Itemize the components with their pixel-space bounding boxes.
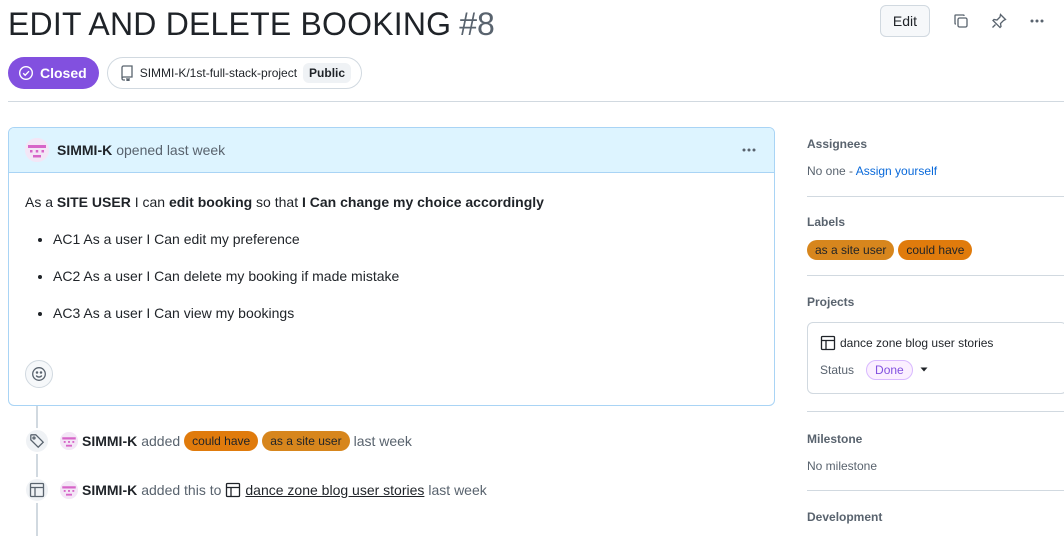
kebab-menu-icon[interactable] xyxy=(1024,8,1050,34)
comment-header: SIMMI-K opened last week xyxy=(9,128,774,173)
labels-title[interactable]: Labels xyxy=(807,215,1064,229)
issue-comment: SIMMI-K opened last week As a SITE USER … xyxy=(8,127,775,406)
timeline-line xyxy=(36,406,38,536)
table-icon xyxy=(24,477,50,503)
edit-button[interactable]: Edit xyxy=(879,5,930,37)
list-item: AC1 As a user I Can edit my preference xyxy=(53,229,758,249)
issue-title-row: EDIT AND DELETE BOOKING #8 xyxy=(8,6,495,46)
avatar[interactable] xyxy=(60,481,78,499)
comment-body: As a SITE USER I can edit booking so tha… xyxy=(9,173,774,323)
timeline-action: added xyxy=(141,433,181,449)
table-icon xyxy=(820,335,836,351)
repo-icon xyxy=(121,65,133,81)
state-badge: Closed xyxy=(8,57,99,89)
acceptance-criteria-list: AC1 As a user I Can edit my preference A… xyxy=(25,229,758,323)
state-label: Closed xyxy=(40,65,87,81)
header-actions: Edit xyxy=(879,5,1050,37)
avatar[interactable] xyxy=(60,432,78,450)
visibility-tag: Public xyxy=(303,63,352,83)
timeline-time[interactable]: last week xyxy=(354,433,412,449)
project-status-row: Status Done xyxy=(820,360,1064,380)
milestone-value: No milestone xyxy=(807,459,878,473)
sidebar-divider xyxy=(807,490,1064,491)
comment-action: opened last week xyxy=(116,142,226,158)
label-site-user[interactable]: as a site user xyxy=(262,431,350,451)
repo-chip[interactable]: SIMMI-K/1st-full-stack-project Public xyxy=(106,57,363,89)
header-divider xyxy=(8,101,1064,102)
labels-list: as a site user could have xyxy=(807,240,1064,260)
project-name[interactable]: dance zone blog user stories xyxy=(840,336,993,350)
comment-paragraph: As a SITE USER I can edit booking so tha… xyxy=(25,194,544,210)
sidebar-divider xyxy=(807,275,1064,276)
project-card: dance zone blog user stories Status Done xyxy=(807,322,1064,394)
comment-author[interactable]: SIMMI-K xyxy=(57,142,112,158)
check-circle-icon xyxy=(18,65,34,81)
issue-meta-row: Closed SIMMI-K/1st-full-stack-project Pu… xyxy=(8,57,363,89)
assignees-section: Assignees No one - Assign yourself xyxy=(807,137,1064,178)
development-title[interactable]: Development xyxy=(807,510,1064,524)
label-site-user[interactable]: as a site user xyxy=(807,240,895,260)
pin-icon[interactable] xyxy=(986,8,1012,34)
list-item: AC2 As a user I Can delete my booking if… xyxy=(53,266,758,286)
project-link[interactable]: dance zone blog user stories xyxy=(245,482,424,498)
label-could-have[interactable]: could have xyxy=(898,240,973,260)
projects-title[interactable]: Projects xyxy=(807,295,1064,309)
projects-section: Projects dance zone blog user stories St… xyxy=(807,295,1064,394)
timeline-event-labeled: SIMMI-K added could have as a site user … xyxy=(24,428,412,454)
copy-icon[interactable] xyxy=(948,8,974,34)
list-item: AC3 As a user I Can view my bookings xyxy=(53,303,758,323)
issue-number: #8 xyxy=(459,6,495,42)
milestone-section: Milestone No milestone xyxy=(807,432,1064,473)
timeline-time[interactable]: last week xyxy=(428,482,486,498)
caret-down-icon[interactable] xyxy=(919,363,929,377)
sidebar-divider xyxy=(807,196,1064,197)
labels-section: Labels as a site user could have xyxy=(807,215,1064,260)
table-icon xyxy=(225,482,241,498)
issue-title: EDIT AND DELETE BOOKING xyxy=(8,6,452,42)
avatar[interactable] xyxy=(25,138,49,162)
project-name-row[interactable]: dance zone blog user stories xyxy=(820,335,1064,351)
timeline-author[interactable]: SIMMI-K xyxy=(82,433,137,449)
milestone-title[interactable]: Milestone xyxy=(807,432,1064,446)
timeline-action: added this to xyxy=(141,482,222,498)
assign-yourself-link[interactable]: Assign yourself xyxy=(856,164,937,178)
sidebar-divider xyxy=(807,411,1064,412)
timeline-author[interactable]: SIMMI-K xyxy=(82,482,137,498)
status-label: Status xyxy=(820,363,855,377)
repo-name: SIMMI-K/1st-full-stack-project xyxy=(139,66,298,80)
assignees-value: No one - Assign yourself xyxy=(807,164,938,178)
timeline-event-project: SIMMI-K added this to dance zone blog us… xyxy=(24,477,487,503)
smiley-icon[interactable] xyxy=(25,360,53,388)
status-badge[interactable]: Done xyxy=(866,360,913,380)
tag-icon xyxy=(24,428,50,454)
kebab-menu-icon[interactable] xyxy=(738,139,760,161)
label-could-have[interactable]: could have xyxy=(184,431,259,451)
development-section: Development xyxy=(807,510,1064,524)
assignees-title[interactable]: Assignees xyxy=(807,137,1064,151)
